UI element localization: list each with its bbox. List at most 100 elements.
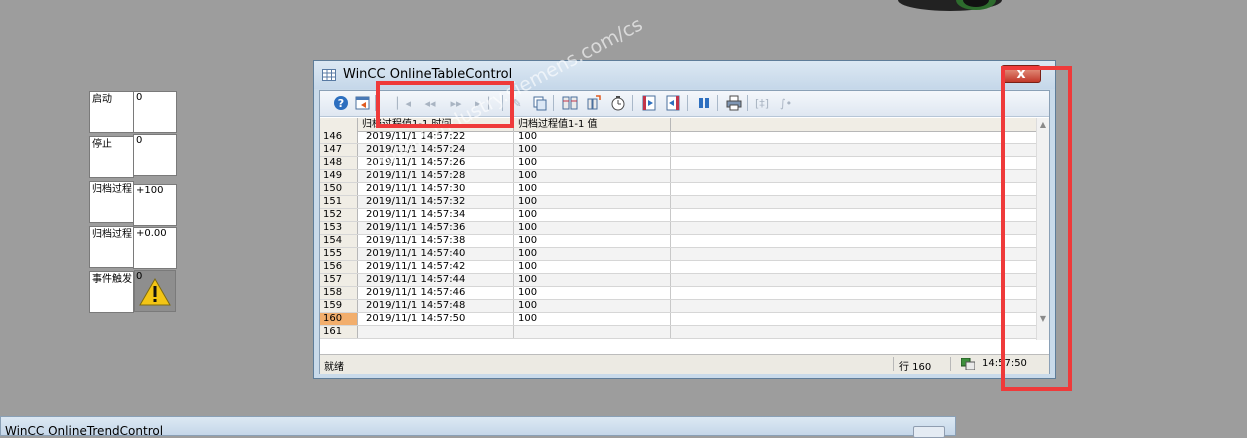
time-cell[interactable] (358, 326, 514, 338)
row-number-cell[interactable]: 156 (320, 261, 358, 273)
config-icon[interactable] (354, 94, 372, 112)
table-app-icon (322, 69, 336, 81)
row-number-cell[interactable]: 161 (320, 326, 358, 338)
value-cell[interactable]: 100 (514, 235, 671, 247)
stop-value: 0 (136, 135, 143, 146)
toolbar-separator (553, 95, 554, 111)
table-row[interactable]: 152 2019/11/1 14:57:34 100 (320, 209, 1036, 222)
header-value-column[interactable]: 归档过程值1-1 值 (514, 118, 671, 131)
start-button[interactable]: 启动 (89, 91, 134, 133)
time-cell[interactable]: 2019/11/1 14:57:38 (358, 235, 514, 247)
time-cell[interactable]: 2019/11/1 14:57:50 (358, 313, 514, 325)
window-title: WinCC OnlineTableControl (343, 67, 513, 82)
table-row[interactable]: 161 (320, 326, 1036, 339)
warning-icon (139, 277, 171, 306)
event-trigger-button[interactable]: 事件触发 (89, 271, 134, 313)
archive-process-label-2: 归档过程 (92, 229, 132, 240)
time-cell[interactable]: 2019/11/1 14:57:30 (358, 183, 514, 195)
time-cell[interactable]: 2019/11/1 14:57:46 (358, 287, 514, 299)
time-cell[interactable]: 2019/11/1 14:57:48 (358, 300, 514, 312)
row-number-cell[interactable]: 146 (320, 131, 358, 143)
time-cell[interactable]: 2019/11/1 14:57:44 (358, 274, 514, 286)
online-trend-control-window[interactable]: WinCC OnlineTrendControl (0, 416, 956, 438)
stop-button[interactable]: 停止 (89, 136, 134, 178)
trend-window-button[interactable] (913, 426, 945, 438)
archive-process-value-2: +0.00 (136, 228, 167, 239)
statistics-icon[interactable]: ∫• (777, 94, 795, 112)
value-cell[interactable]: 100 (514, 131, 671, 143)
value-cell[interactable]: 100 (514, 300, 671, 312)
row-number-cell[interactable]: 152 (320, 209, 358, 221)
archive-process-value-field-1[interactable]: +100 (133, 184, 177, 226)
row-number-cell[interactable]: 148 (320, 157, 358, 169)
time-cell[interactable]: 2019/11/1 14:57:40 (358, 248, 514, 260)
start-label: 启动 (92, 94, 112, 105)
table-row[interactable]: 155 2019/11/1 14:57:40 100 (320, 248, 1036, 261)
status-bar: 就绪 行 160 14:57:50 (320, 354, 1049, 374)
value-cell[interactable]: 100 (514, 248, 671, 260)
row-number-cell[interactable]: 160 (320, 313, 358, 325)
value-cell[interactable]: 100 (514, 170, 671, 182)
value-cell[interactable] (514, 326, 671, 338)
value-cell[interactable]: 100 (514, 157, 671, 169)
table-row[interactable]: 159 2019/11/1 14:57:48 100 (320, 300, 1036, 313)
archive-process-label-1: 归档过程 (92, 184, 132, 195)
toolbar-highlight-box (376, 81, 514, 128)
row-number-cell[interactable]: 157 (320, 274, 358, 286)
table-row[interactable]: 150 2019/11/1 14:57:30 100 (320, 183, 1036, 196)
row-number-cell[interactable]: 151 (320, 196, 358, 208)
table-row[interactable]: 154 2019/11/1 14:57:38 100 (320, 235, 1036, 248)
time-cell[interactable]: 2019/11/1 14:57:34 (358, 209, 514, 221)
select-archive-icon[interactable] (561, 94, 579, 112)
archive-process-value-field-2[interactable]: +0.00 (133, 227, 177, 269)
archive-process-button-2[interactable]: 归档过程 (89, 226, 134, 268)
start-value-field[interactable]: 0 (133, 91, 177, 133)
start-value: 0 (136, 92, 143, 103)
value-cell[interactable]: 100 (514, 313, 671, 325)
value-cell[interactable]: 100 (514, 261, 671, 273)
archive-process-button-1[interactable]: 归档过程 (89, 181, 134, 223)
table-row[interactable]: 153 2019/11/1 14:57:36 100 (320, 222, 1036, 235)
corner-device-icon (898, 0, 1002, 14)
value-cell[interactable]: 100 (514, 209, 671, 221)
help-icon[interactable]: ? (332, 94, 350, 112)
previous-column-icon[interactable] (640, 94, 658, 112)
table-row[interactable]: 151 2019/11/1 14:57:32 100 (320, 196, 1036, 209)
row-number-cell[interactable]: 154 (320, 235, 358, 247)
value-cell[interactable]: 100 (514, 274, 671, 286)
trend-window-title: WinCC OnlineTrendControl (5, 424, 164, 438)
table-row[interactable]: 160 2019/11/1 14:57:50 100 (320, 313, 1036, 326)
stop-value-field[interactable]: 0 (133, 134, 177, 176)
value-cell[interactable]: 100 (514, 183, 671, 195)
row-number-cell[interactable]: 150 (320, 183, 358, 195)
status-row: 行 160 (899, 362, 932, 373)
time-cell[interactable]: 2019/11/1 14:57:32 (358, 196, 514, 208)
table-row[interactable]: 158 2019/11/1 14:57:46 100 (320, 287, 1036, 300)
time-cell[interactable]: 2019/11/1 14:57:36 (358, 222, 514, 234)
row-number-cell[interactable]: 153 (320, 222, 358, 234)
next-column-icon[interactable] (664, 94, 682, 112)
time-range-icon[interactable] (609, 94, 627, 112)
row-number-cell[interactable]: 155 (320, 248, 358, 260)
value-cell[interactable]: 100 (514, 287, 671, 299)
value-cell[interactable]: 100 (514, 196, 671, 208)
svg-text:?: ? (338, 97, 344, 110)
export-icon[interactable]: [‡] (753, 94, 771, 112)
table-row[interactable]: 157 2019/11/1 14:57:44 100 (320, 274, 1036, 287)
time-cell[interactable]: 2019/11/1 14:57:42 (358, 261, 514, 273)
archive-process-value-1: +100 (136, 185, 164, 196)
table-row[interactable]: 149 2019/11/1 14:57:28 100 (320, 170, 1036, 183)
stop-icon[interactable] (695, 94, 713, 112)
table-row[interactable]: 148 2019/11/1 14:57:26 100 (320, 157, 1036, 170)
copy-icon[interactable] (531, 94, 549, 112)
row-number-cell[interactable]: 159 (320, 300, 358, 312)
row-number-cell[interactable]: 147 (320, 144, 358, 156)
table-row[interactable]: 156 2019/11/1 14:57:42 100 (320, 261, 1036, 274)
status-separator (950, 357, 951, 371)
print-icon[interactable] (725, 94, 743, 112)
value-cell[interactable]: 100 (514, 222, 671, 234)
select-columns-icon[interactable] (585, 94, 603, 112)
value-cell[interactable]: 100 (514, 144, 671, 156)
row-number-cell[interactable]: 149 (320, 170, 358, 182)
row-number-cell[interactable]: 158 (320, 287, 358, 299)
